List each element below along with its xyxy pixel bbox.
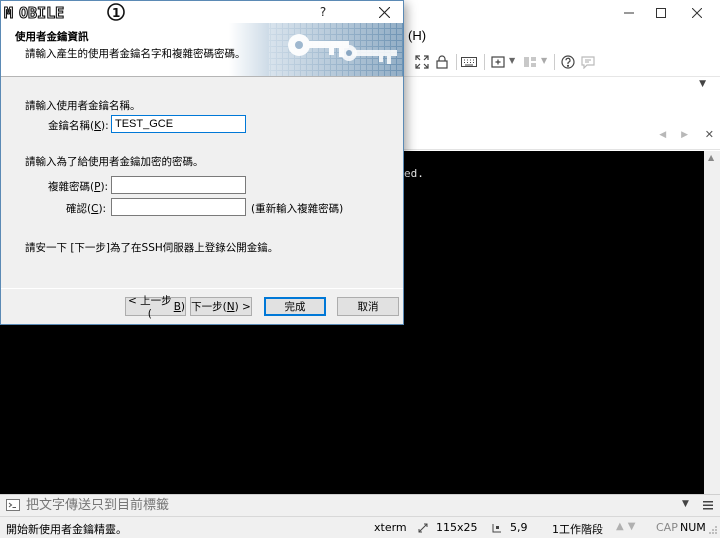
finish-button[interactable]: 完成: [264, 297, 326, 316]
minimize-icon: [624, 12, 634, 14]
close-button[interactable]: [674, 0, 720, 26]
confirm-hint: (重新輸入複雜密碼): [251, 203, 344, 215]
fullscreen-icon: [415, 55, 429, 69]
tab-strip: ◀ ▶ ✕: [404, 94, 720, 150]
wizard-header-title: 使用者金鑰資訊: [15, 31, 89, 43]
layout-button[interactable]: [522, 52, 538, 72]
next-step-note: 請安一下 [下一步]為了在SSH伺服器上登錄公開金鑰。: [25, 242, 279, 254]
help-circle-icon: [561, 55, 575, 69]
new-tab-dropdown-icon[interactable]: ▼: [509, 56, 515, 65]
key-name-section-label: 請輸入使用者金鑰名稱。: [25, 100, 141, 112]
resize-diagonal-icon: [418, 523, 428, 533]
new-tab-button[interactable]: [490, 52, 506, 72]
key-name-input[interactable]: [111, 115, 246, 133]
send-text-bar: ▼: [0, 494, 720, 516]
layout-icon: [524, 57, 536, 67]
dialog-close-button[interactable]: [365, 1, 403, 23]
chat-icon: [581, 56, 595, 69]
key-name-label: 金鑰名稱(K):: [48, 120, 109, 132]
transfer-arrows-icon: ▲▼: [616, 521, 640, 532]
resize-grip-icon[interactable]: [708, 525, 718, 535]
back-button[interactable]: < 上一步(B): [125, 295, 186, 320]
close-icon: [692, 8, 702, 18]
menu-bar: (H): [404, 26, 720, 48]
scroll-up-icon[interactable]: ▲: [708, 153, 714, 162]
fullscreen-button[interactable]: [414, 52, 430, 72]
chat-button[interactable]: [580, 52, 596, 72]
svg-text:1: 1: [112, 6, 120, 20]
cursor-position: 5,9: [510, 521, 528, 534]
terminal-output: ed.: [404, 167, 424, 180]
svg-text:M: M: [4, 4, 14, 22]
help-toolbar-button[interactable]: [560, 52, 576, 72]
wizard-header-subtitle: 請輸入產生的使用者金鑰名字和複雜密碼密碼。: [25, 48, 246, 60]
toolbar-separator: [484, 54, 485, 70]
mobile01-logo: M OBILE 1: [3, 3, 125, 22]
status-message: 開始新使用者金鑰精靈。: [6, 523, 127, 536]
app-title-bar: [404, 0, 720, 26]
toolbar-separator: [554, 54, 555, 70]
passphrase-section-label: 請輸入為了給使用者金鑰加密的密碼。: [25, 156, 204, 168]
close-tab-icon[interactable]: ✕: [705, 128, 714, 141]
session-selector[interactable]: ▼: [404, 76, 720, 94]
user-key-wizard-dialog: M OBILE 1 ? 使用者金鑰資訊 請輸入產生的使用者金鑰名字和複雜密碼密碼…: [0, 0, 404, 325]
svg-text:OBILE: OBILE: [19, 4, 64, 22]
toolbar: ▼ ▼: [404, 48, 720, 76]
close-icon: [378, 6, 390, 18]
keyboard-icon: [461, 57, 477, 67]
maximize-icon: [656, 8, 666, 18]
dialog-help-button[interactable]: ?: [307, 1, 339, 23]
send-target-dropdown-icon[interactable]: ▼: [682, 499, 689, 509]
keyboard-button[interactable]: [460, 52, 478, 72]
status-bar: 開始新使用者金鑰精靈。 xterm 115x25 5,9 1工作階段 ▲▼ CA…: [0, 516, 720, 538]
add-tab-icon: [491, 56, 505, 68]
confirm-label: 確認(C):: [66, 203, 107, 215]
confirm-passphrase-input[interactable]: [111, 198, 246, 216]
cancel-button[interactable]: 取消: [337, 297, 399, 316]
dialog-separator: [1, 288, 403, 289]
terminal-size: 115x25: [436, 521, 478, 534]
chevron-down-icon: ▼: [699, 79, 706, 89]
wizard-body: 請輸入使用者金鑰名稱。 金鑰名稱(K): 請輸入為了給使用者金鑰加密的密碼。 複…: [1, 78, 403, 288]
lock-icon: [436, 55, 448, 69]
layout-dropdown-icon[interactable]: ▼: [541, 56, 547, 65]
key-banner-image: [229, 23, 403, 76]
terminal-type: xterm: [374, 521, 407, 534]
tab-scroll-arrows[interactable]: ◀ ▶: [659, 130, 694, 140]
passphrase-label: 複雜密碼(P):: [48, 181, 109, 193]
next-button[interactable]: 下一步(N) >: [190, 297, 252, 316]
wizard-header: 使用者金鑰資訊 請輸入產生的使用者金鑰名字和複雜密碼密碼。: [1, 23, 403, 77]
menu-icon[interactable]: [702, 499, 714, 511]
terminal-scrollbar[interactable]: ▲: [704, 151, 720, 494]
lock-button[interactable]: [434, 52, 450, 72]
session-count: 1工作階段: [552, 523, 603, 536]
menu-help[interactable]: (H): [408, 28, 426, 43]
toolbar-separator: [456, 54, 457, 70]
cursor-position-icon: [492, 524, 501, 533]
terminal-prompt-icon: [6, 499, 20, 511]
caps-lock-indicator: CAP: [656, 521, 678, 534]
passphrase-input[interactable]: [111, 176, 246, 194]
send-text-input[interactable]: [26, 497, 666, 514]
num-lock-indicator: NUM: [680, 521, 706, 534]
dialog-title-bar: M OBILE 1 ?: [1, 1, 403, 23]
